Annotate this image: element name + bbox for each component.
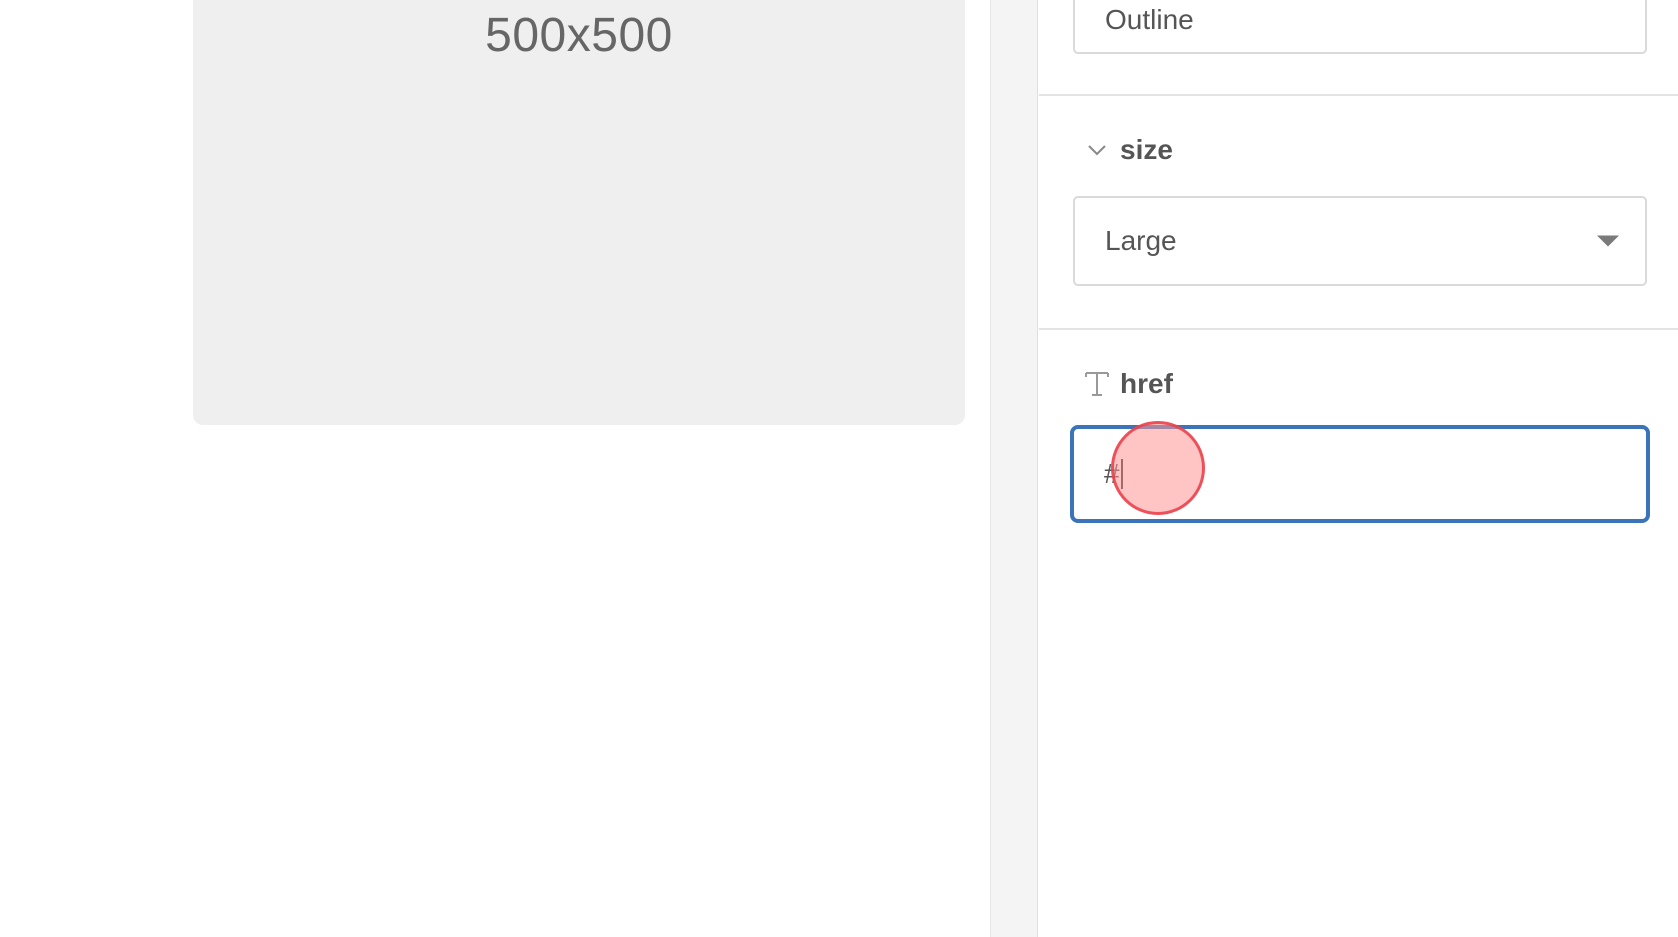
- placeholder-image[interactable]: 500x500: [193, 0, 965, 425]
- size-section: size Large: [1039, 96, 1678, 330]
- size-label: size: [1120, 134, 1173, 165]
- size-select-value: Large: [1105, 225, 1177, 256]
- href-section: href #: [1039, 330, 1678, 550]
- variant-select[interactable]: Outline: [1073, 0, 1647, 54]
- size-section-header[interactable]: size: [1084, 134, 1173, 166]
- placeholder-label: 500x500: [485, 9, 673, 62]
- variant-select-value: Outline: [1105, 4, 1194, 35]
- size-select[interactable]: Large: [1073, 196, 1647, 286]
- text-type-icon: [1084, 371, 1110, 397]
- href-input[interactable]: #: [1070, 425, 1650, 523]
- chevron-down-icon[interactable]: [1084, 137, 1110, 163]
- canvas-area: 500x500: [0, 0, 990, 937]
- variant-section: Outline: [1039, 0, 1678, 96]
- href-label: href: [1120, 368, 1173, 399]
- href-input-value: #: [1104, 458, 1120, 489]
- caret-down-icon: [1597, 235, 1619, 247]
- properties-panel: Outline size Large href #: [1039, 0, 1678, 937]
- panel-divider[interactable]: [990, 0, 1038, 937]
- href-section-header: href: [1084, 368, 1173, 400]
- text-cursor: [1120, 459, 1123, 489]
